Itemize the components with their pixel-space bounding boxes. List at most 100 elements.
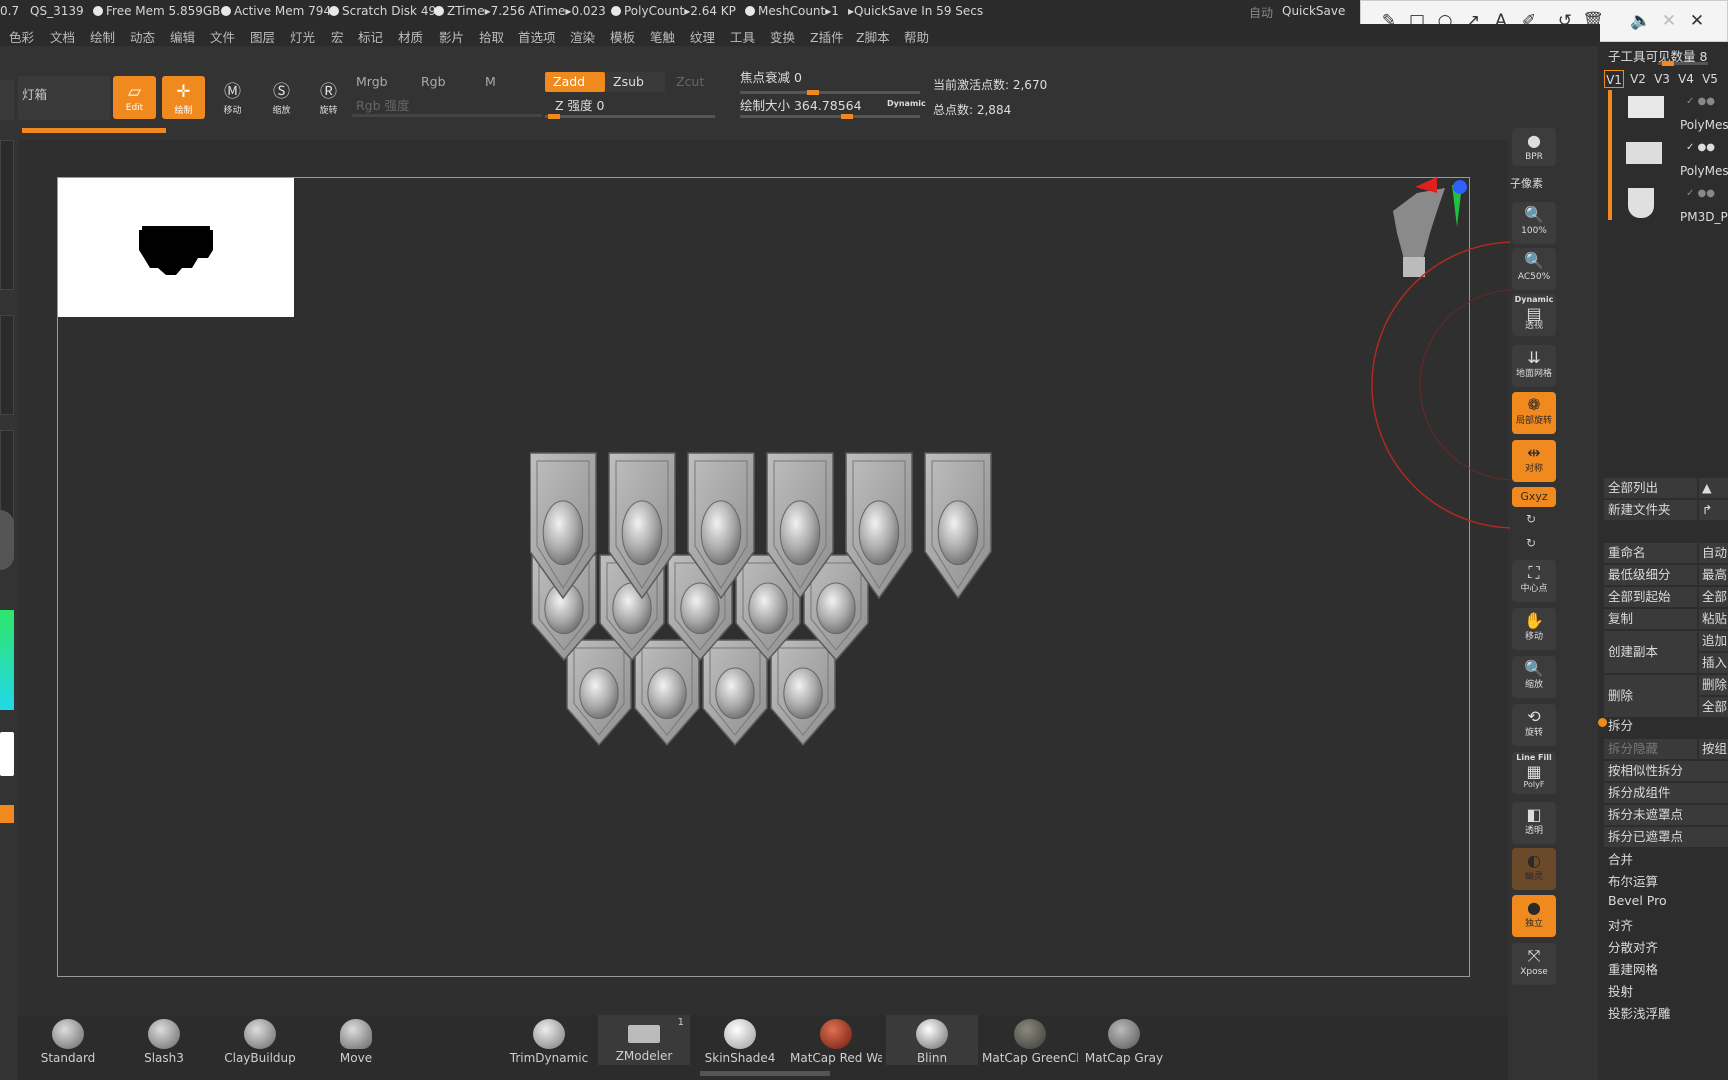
rgb-button[interactable]: Rgb: [413, 72, 479, 92]
groups-split-button[interactable]: 按组: [1699, 739, 1728, 759]
brush-move[interactable]: Move: [310, 1015, 402, 1065]
left-shelf-item[interactable]: [0, 80, 14, 120]
version-tab[interactable]: V5: [1700, 70, 1720, 88]
menu-item[interactable]: 图层: [250, 27, 275, 46]
material-matcap-greenclay[interactable]: MatCap GreenClay: [982, 1015, 1078, 1065]
floor-button[interactable]: ⇊ 地面网格: [1512, 345, 1556, 387]
menu-item[interactable]: 变换: [770, 27, 795, 46]
zadd-button[interactable]: Zadd: [545, 72, 605, 92]
close-icon[interactable]: ✕: [1683, 0, 1711, 42]
zcut-button[interactable]: Zcut: [668, 72, 718, 92]
append-button[interactable]: 追加: [1699, 631, 1728, 651]
menu-item[interactable]: 宏: [331, 27, 344, 46]
material-matcap-gray[interactable]: MatCap Gray: [1078, 1015, 1170, 1065]
menu-item[interactable]: 工具: [730, 27, 755, 46]
subpixel-label[interactable]: 子像素: [1510, 175, 1543, 191]
subtool-item[interactable]: ✓ ●● PolyMesh3D: [1620, 92, 1728, 132]
center-button[interactable]: ⛶ 中心点: [1512, 560, 1556, 602]
left-shelf-item[interactable]: [0, 140, 14, 290]
scale-view-button[interactable]: 🔍 缩放: [1512, 656, 1556, 698]
material-skinshade4[interactable]: SkinShade4: [694, 1015, 786, 1065]
left-shelf-item[interactable]: [0, 315, 14, 415]
bevel-pro-section-header[interactable]: Bevel Pro: [1608, 893, 1667, 908]
menu-item[interactable]: Z脚本: [856, 27, 890, 46]
zoom-100-button[interactable]: 🔍 100%: [1512, 202, 1556, 244]
scale-button[interactable]: Ⓢ 缩放: [260, 76, 303, 119]
mrgb-button[interactable]: Mrgb: [348, 72, 414, 92]
subtool-scrollbar[interactable]: [1608, 90, 1612, 220]
menu-item[interactable]: 动态: [130, 27, 155, 46]
shield-mesh-model[interactable]: [530, 450, 1010, 770]
solo-button[interactable]: ● 独立: [1512, 895, 1556, 937]
subtool-item[interactable]: ✓ ●● PM3D_Plane: [1620, 184, 1728, 224]
secondary-color-swatch[interactable]: [0, 805, 14, 823]
menu-item[interactable]: 影片: [439, 27, 464, 46]
menu-item[interactable]: 帮助: [904, 27, 929, 46]
transparency-button[interactable]: ◧ 透明: [1512, 802, 1556, 844]
dynamic-toggle[interactable]: Dynamic: [887, 99, 926, 108]
visibility-toggle-icon[interactable]: ✓ ●●: [1686, 142, 1715, 153]
move-view-button[interactable]: ✋ 移动: [1512, 608, 1556, 650]
menu-item[interactable]: 拾取: [479, 27, 504, 46]
rgb-intensity-slider[interactable]: Rgb 强度: [348, 96, 528, 116]
zsub-button[interactable]: Zsub: [605, 72, 665, 92]
menu-item[interactable]: 文档: [50, 27, 75, 46]
volume-icon[interactable]: 🔈: [1627, 0, 1655, 42]
focal-shift-slider[interactable]: 焦点衰减 0: [732, 68, 922, 88]
ghost-button[interactable]: ◐ 幽灵: [1512, 848, 1556, 890]
menu-item[interactable]: Z插件: [810, 27, 844, 46]
color-picker[interactable]: [0, 610, 14, 710]
menu-item[interactable]: 文件: [210, 27, 235, 46]
split-parts-button[interactable]: 拆分成组件: [1604, 783, 1728, 803]
m-button[interactable]: M: [477, 72, 527, 92]
visibility-toggle-icon[interactable]: ✓ ●●: [1686, 188, 1715, 199]
menu-item[interactable]: 色彩: [9, 27, 34, 46]
material-blinn[interactable]: Blinn: [886, 1015, 978, 1065]
move-button[interactable]: Ⓜ 移动: [211, 76, 254, 119]
project-section-header[interactable]: 投射: [1608, 981, 1633, 1000]
visibility-toggle-icon[interactable]: ✓ ●●: [1686, 96, 1715, 107]
menu-item[interactable]: 材质: [398, 27, 423, 46]
local-symmetry-button[interactable]: ❁ 局部旋转: [1512, 392, 1556, 434]
rotate-y-icon[interactable]: ↻: [1526, 512, 1536, 526]
symmetry-button[interactable]: ⇹ 对称: [1512, 440, 1556, 482]
version-tab[interactable]: V1: [1604, 70, 1624, 88]
delete-button[interactable]: 删除: [1604, 675, 1697, 717]
arrow-up-icon[interactable]: ▲: [1699, 478, 1728, 498]
version-tab[interactable]: V2: [1628, 70, 1648, 88]
list-all-button[interactable]: 全部列出: [1604, 478, 1697, 498]
project-bas-relief-section-header[interactable]: 投影浅浮雕: [1608, 1003, 1671, 1022]
polyframe-button[interactable]: Line Fill ▦ PolyF: [1512, 752, 1556, 794]
xyz-button[interactable]: Gxyz: [1512, 487, 1556, 507]
menu-item[interactable]: 渲染: [570, 27, 595, 46]
remesh-section-header[interactable]: 重建网格: [1608, 959, 1658, 978]
subtool-item[interactable]: ✓ ●● PolyMesh3D: [1620, 138, 1728, 178]
split-expand-icon[interactable]: [1598, 718, 1607, 727]
delete-other-button[interactable]: 删除: [1699, 675, 1728, 695]
brush-slash3[interactable]: Slash3: [118, 1015, 210, 1065]
material-matcap-red-wax[interactable]: MatCap Red Wax: [790, 1015, 882, 1065]
split-section-header[interactable]: 拆分: [1608, 715, 1633, 734]
ac50-button[interactable]: 🔍 AC50%: [1512, 248, 1556, 290]
focal-shift-knob[interactable]: [807, 90, 820, 95]
all-to-start-button[interactable]: 全部到起始: [1604, 587, 1697, 607]
boolean-section-header[interactable]: 布尔运算: [1608, 871, 1658, 890]
rotate-view-button[interactable]: ⟲ 旋转: [1512, 704, 1556, 746]
menu-item[interactable]: 模板: [610, 27, 635, 46]
brush-trimdynamic[interactable]: TrimDynamic: [502, 1015, 596, 1065]
menu-item[interactable]: 标记: [358, 27, 383, 46]
edit-button[interactable]: ▱ Edit: [113, 76, 156, 119]
menu-item[interactable]: 灯光: [290, 27, 315, 46]
new-folder-button[interactable]: 新建文件夹: [1604, 500, 1697, 520]
split-similar-button[interactable]: 按相似性拆分: [1604, 761, 1728, 781]
z-intensity-slider[interactable]: Z 强度 0: [547, 96, 717, 116]
quicksave-button[interactable]: QuickSave: [1282, 4, 1345, 18]
align-section-header[interactable]: 对齐: [1608, 915, 1633, 934]
mic-off-icon[interactable]: ✕: [1655, 0, 1683, 42]
menu-item[interactable]: 笔触: [650, 27, 675, 46]
perspective-button[interactable]: Dynamic ▤ 透视: [1512, 294, 1556, 336]
copy-button[interactable]: 复制: [1604, 609, 1697, 629]
visible-count-slider[interactable]: [1658, 61, 1708, 66]
rename-button[interactable]: 重命名: [1604, 543, 1697, 563]
delete-all-button[interactable]: 全部: [1699, 697, 1728, 717]
